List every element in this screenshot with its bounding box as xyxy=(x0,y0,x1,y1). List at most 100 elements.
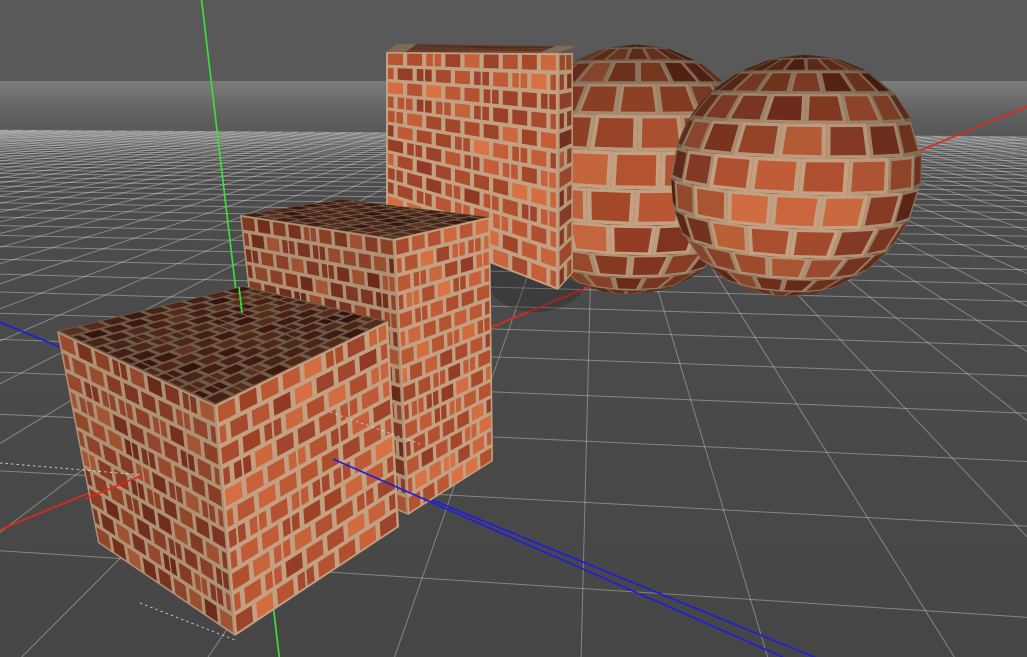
brick xyxy=(267,237,280,252)
brick xyxy=(455,103,470,118)
brick xyxy=(420,270,426,285)
brick xyxy=(566,55,571,70)
brick xyxy=(512,146,519,162)
sphere-brick xyxy=(713,157,749,188)
brick xyxy=(398,68,413,80)
brick xyxy=(474,71,481,85)
brick xyxy=(388,82,403,95)
brick xyxy=(522,92,537,108)
brick xyxy=(463,138,470,152)
brick xyxy=(493,72,508,87)
brick xyxy=(484,89,491,103)
sphere-brick xyxy=(754,160,796,191)
brick xyxy=(474,106,481,120)
brick xyxy=(417,99,424,112)
brick xyxy=(456,397,461,413)
brick xyxy=(541,55,556,71)
brick xyxy=(493,108,508,124)
brick xyxy=(426,116,441,131)
sphere-brick xyxy=(570,153,608,185)
sphere-brick xyxy=(595,118,634,148)
brick xyxy=(551,114,556,130)
sphere-brick xyxy=(752,229,789,255)
brick xyxy=(380,239,393,255)
brick xyxy=(396,112,403,124)
brick xyxy=(407,54,422,66)
brick xyxy=(541,93,548,109)
brick xyxy=(455,136,462,150)
brick xyxy=(541,209,548,226)
brick xyxy=(549,94,556,110)
brick xyxy=(306,261,319,277)
brick xyxy=(549,211,556,228)
brick xyxy=(422,305,428,321)
brick xyxy=(412,400,418,417)
brick xyxy=(512,73,519,88)
sphere-brick xyxy=(822,199,863,227)
brick xyxy=(416,145,423,158)
brick xyxy=(503,55,518,69)
brick xyxy=(485,301,490,315)
brick xyxy=(425,69,432,81)
brick xyxy=(331,282,344,298)
brick xyxy=(441,404,447,420)
sphere-brick xyxy=(614,228,652,253)
brick xyxy=(388,54,403,66)
brick xyxy=(487,431,491,446)
brick xyxy=(502,216,509,232)
brick xyxy=(445,119,460,134)
brick xyxy=(276,255,289,270)
brick xyxy=(531,74,546,90)
brick xyxy=(484,317,489,332)
brick xyxy=(388,68,393,80)
sphere-brick xyxy=(830,127,866,155)
3d-viewport[interactable] xyxy=(0,0,1027,657)
brick xyxy=(531,149,546,167)
brick xyxy=(288,224,301,239)
brick xyxy=(383,293,389,308)
brick xyxy=(455,71,470,85)
brick xyxy=(444,102,451,115)
brick xyxy=(493,143,508,160)
sphere-brick xyxy=(571,224,606,251)
brick xyxy=(406,98,413,110)
brick xyxy=(435,407,441,423)
brick xyxy=(468,239,474,254)
sphere-brick xyxy=(809,96,843,120)
brick xyxy=(436,101,443,114)
brick xyxy=(560,113,564,130)
brick xyxy=(454,329,460,344)
brick xyxy=(398,97,405,109)
brick xyxy=(551,192,556,209)
sphere-brick xyxy=(697,189,724,219)
brick xyxy=(503,127,518,143)
brick xyxy=(425,193,432,207)
brick xyxy=(399,294,404,310)
brick xyxy=(560,74,564,90)
brick xyxy=(407,84,422,97)
brick xyxy=(381,343,388,361)
sphere-brick xyxy=(890,159,911,190)
brick xyxy=(328,265,334,280)
brick xyxy=(397,258,402,274)
sphere-brick xyxy=(775,197,818,226)
brick xyxy=(465,54,480,68)
brick xyxy=(482,72,489,86)
brick xyxy=(560,55,565,70)
brick xyxy=(427,393,433,409)
brick xyxy=(402,367,407,383)
brick xyxy=(297,242,310,257)
brick xyxy=(436,70,451,83)
brick xyxy=(382,275,388,290)
brick xyxy=(393,332,398,347)
sphere-brick xyxy=(731,194,768,224)
brick xyxy=(361,289,374,306)
brick xyxy=(406,292,412,308)
brick xyxy=(484,55,499,69)
brick xyxy=(395,368,400,384)
brick xyxy=(406,441,411,457)
sphere-brick xyxy=(803,162,844,192)
brick xyxy=(530,206,537,223)
sphere-brick xyxy=(782,127,821,156)
brick xyxy=(531,112,546,129)
